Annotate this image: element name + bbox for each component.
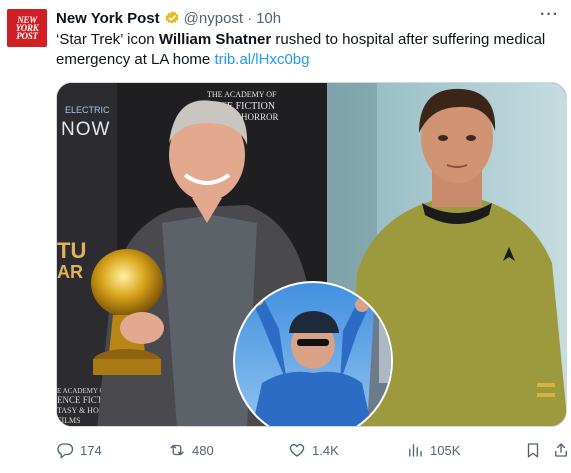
trophy-globe [91, 249, 163, 317]
views-chart-icon [409, 444, 422, 457]
tweet-text-part-1: ‘Star Trek’ icon [56, 31, 159, 48]
tweet-link[interactable]: trib.al/lHxc0bg [214, 51, 309, 68]
like-button[interactable]: 1.4K [288, 440, 339, 460]
reply-count: 174 [80, 442, 102, 458]
action-bar: 174 480 1.4K 105K [56, 440, 567, 460]
reply-button[interactable]: 174 [56, 440, 102, 460]
views-count: 105K [430, 442, 461, 458]
avatar-line-3: POST [16, 31, 38, 41]
account-name[interactable]: New York Post [56, 10, 160, 27]
svg-text:FILMS: FILMS [57, 416, 81, 425]
share-button[interactable] [552, 440, 571, 460]
account-handle[interactable]: @nypost [184, 10, 243, 27]
tweet-media-image[interactable]: ELECTRIC NOW TU AR THE ACADEMY OF ENCE F… [56, 82, 567, 427]
share-icon [555, 443, 567, 457]
more-options-icon[interactable]: ··· [540, 6, 559, 24]
tweet-text-bold: William Shatner [158, 31, 272, 48]
backdrop-text-left: ELECTRIC [65, 105, 110, 115]
verified-badge-icon[interactable] [164, 10, 180, 26]
like-count: 1.4K [312, 442, 339, 458]
views-button[interactable]: 105K [406, 440, 460, 460]
tweet-text: ‘Star Trek’ icon William Shatner rushed … [56, 30, 561, 70]
bookmark-icon [527, 443, 539, 458]
repost-icon [170, 444, 184, 456]
svg-text:NOW: NOW [61, 119, 110, 140]
tweet-header: New York Post @nypost · 10h [56, 8, 281, 28]
tweet[interactable]: NEW YORK POST New York Post @nypost · 10… [0, 0, 571, 473]
reply-icon [57, 443, 74, 459]
avatar[interactable]: NEW YORK POST [7, 9, 47, 47]
separator-dot: · [247, 9, 253, 27]
bookmark-button[interactable] [524, 440, 548, 460]
svg-text:TU: TU [57, 238, 86, 263]
heart-icon [289, 443, 305, 457]
timestamp[interactable]: 10h [256, 10, 281, 27]
repost-button[interactable]: 480 [168, 440, 214, 460]
svg-text:AR: AR [57, 262, 83, 282]
repost-count: 480 [192, 442, 214, 458]
svg-text:THE ACADEMY OF: THE ACADEMY OF [207, 90, 277, 99]
